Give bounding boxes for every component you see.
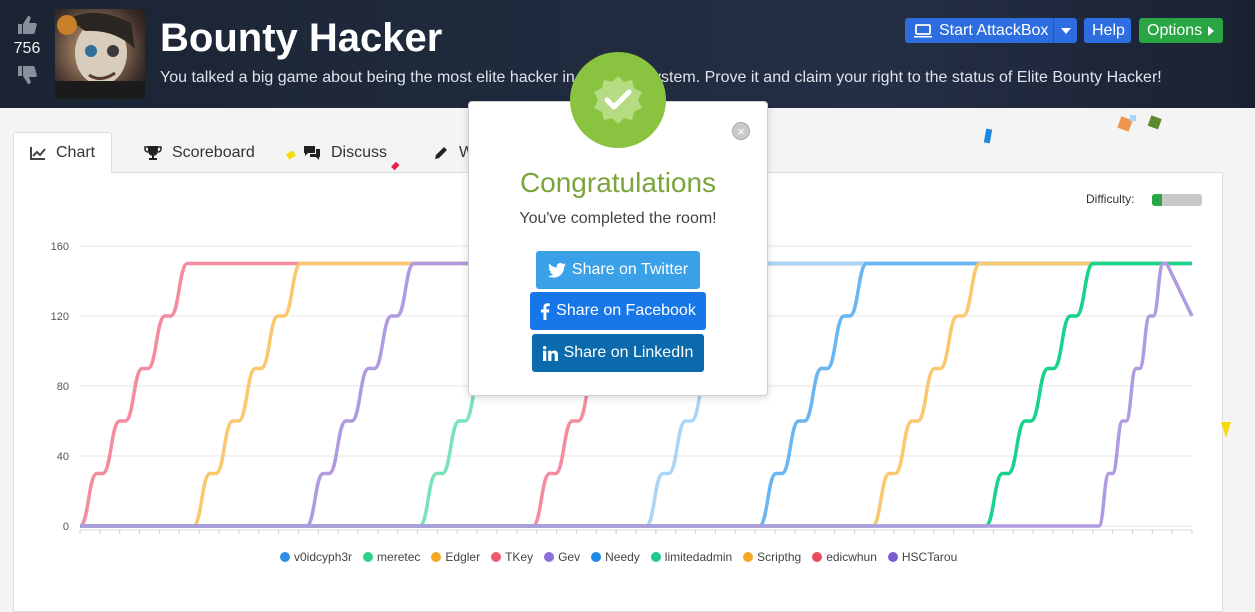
y-tick-label: 120 bbox=[51, 311, 69, 323]
legend-label: meretec bbox=[377, 550, 421, 564]
chart-legend: v0idcyph3r meretec Edgler TKey Gev Needy limit… bbox=[280, 550, 968, 564]
legend-swatch bbox=[544, 552, 555, 562]
legend-swatch bbox=[491, 552, 502, 562]
legend-item[interactable]: limitedadmin bbox=[650, 550, 733, 564]
confetti-piece bbox=[1117, 115, 1136, 132]
legend-label: Needy bbox=[605, 550, 640, 564]
modal-close-button[interactable]: × bbox=[732, 122, 750, 140]
twitter-icon bbox=[547, 262, 566, 278]
legend-item[interactable]: Scripthg bbox=[743, 550, 801, 564]
legend-item[interactable]: TKey bbox=[491, 550, 533, 564]
legend-swatch bbox=[743, 552, 754, 562]
legend-label: Gev bbox=[558, 550, 581, 564]
y-tick-label: 40 bbox=[57, 451, 69, 463]
legend-item[interactable]: Needy bbox=[591, 550, 640, 564]
confetti-piece bbox=[286, 150, 296, 160]
legend-label: Scripthg bbox=[757, 550, 802, 564]
y-tick-label: 160 bbox=[51, 241, 69, 253]
legend-label: HSCTarou bbox=[901, 550, 958, 564]
linkedin-icon bbox=[542, 345, 558, 361]
modal-title: Congratulations bbox=[519, 167, 717, 198]
success-badge-icon bbox=[570, 52, 666, 148]
legend-item[interactable]: Edgler bbox=[431, 550, 480, 564]
share-linkedin-button[interactable]: Share on LinkedIn bbox=[532, 334, 704, 372]
legend-item[interactable]: HSCTarou bbox=[887, 550, 958, 564]
y-tick-label: 80 bbox=[57, 381, 69, 393]
share-twitter-label: Share on Twitter bbox=[571, 261, 689, 278]
legend-swatch bbox=[812, 552, 823, 562]
confetti-piece bbox=[1221, 422, 1231, 438]
legend-swatch bbox=[431, 552, 442, 562]
legend-swatch bbox=[363, 552, 374, 562]
legend-label: TKey bbox=[505, 550, 534, 564]
confetti-piece bbox=[1147, 115, 1162, 130]
share-linkedin-label: Share on LinkedIn bbox=[563, 344, 694, 361]
confetti-piece bbox=[983, 128, 993, 144]
legend-item[interactable]: meretec bbox=[363, 550, 420, 564]
legend-item[interactable]: Gev bbox=[544, 550, 580, 564]
legend-swatch bbox=[650, 552, 661, 562]
share-facebook-label: Share on Facebook bbox=[556, 302, 696, 319]
legend-label: edicwhun bbox=[826, 550, 877, 564]
confetti-piece bbox=[391, 161, 400, 171]
modal-message: You've completed the room! bbox=[519, 210, 717, 227]
share-twitter-button[interactable]: Share on Twitter bbox=[536, 251, 700, 289]
facebook-icon bbox=[541, 302, 550, 320]
legend-swatch bbox=[280, 552, 290, 562]
legend-swatch bbox=[591, 552, 602, 562]
legend-item[interactable]: edicwhun bbox=[812, 550, 877, 564]
legend-item[interactable]: v0idcyph3r bbox=[280, 550, 352, 564]
y-tick-label: 0 bbox=[63, 521, 69, 533]
legend-swatch bbox=[887, 552, 898, 562]
legend-label: limitedadmin bbox=[664, 550, 733, 564]
share-facebook-button[interactable]: Share on Facebook bbox=[530, 292, 706, 330]
legend-label: Edgler bbox=[445, 550, 481, 564]
legend-label: v0idcyph3r bbox=[294, 550, 353, 564]
